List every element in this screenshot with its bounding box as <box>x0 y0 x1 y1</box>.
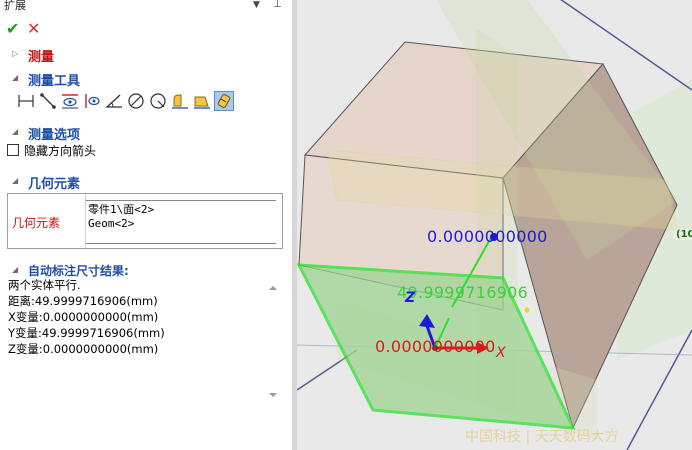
hide-arrow-checkbox[interactable] <box>7 144 19 156</box>
result-line: Z变量:0.0000000000(mm) <box>8 342 159 356</box>
edge-length-icon <box>40 93 56 109</box>
side-dimension-tag[interactable]: (10 <box>673 229 692 240</box>
collapse-arrow-icon[interactable]: ◢ <box>12 127 18 136</box>
axis-z-label: Z <box>405 290 416 306</box>
panel-title: 扩展 <box>4 0 26 12</box>
angle-icon <box>105 94 122 108</box>
extension-panel: 扩展 ▼ ⊥ ✔ ✕ ▷ 测量 ◢ 测量工具 ◢ 测量选项 隐藏方向箭头 ◢ 几… <box>0 0 292 450</box>
auto-dimension-icon <box>217 94 231 108</box>
axis-x-label: X <box>496 345 506 361</box>
result-text-area[interactable]: 两个实体平行. 距离:49.9999716906(mm) X变量:0.00000… <box>7 277 282 401</box>
eye-point-icon <box>85 94 100 108</box>
geometry-label-cell: 几何元素 <box>8 194 86 248</box>
area-tool-button[interactable] <box>170 91 190 111</box>
result-line: 两个实体平行. <box>8 278 81 292</box>
cancel-button[interactable]: ✕ <box>27 20 43 38</box>
confirm-button[interactable]: ✔ <box>6 20 22 38</box>
panel-menu-icon[interactable]: ▼ <box>253 0 260 11</box>
eye-distance-tool-button[interactable] <box>60 91 80 111</box>
list-item[interactable]: 零件1\面<2> <box>88 201 154 217</box>
circle-radius-icon <box>150 93 166 109</box>
collapse-arrow-icon[interactable]: ◢ <box>12 176 18 185</box>
collapse-arrow-icon[interactable]: ◢ <box>12 73 18 82</box>
surface-area-icon <box>194 96 210 109</box>
section-measure-tools[interactable]: 测量工具 <box>28 70 80 89</box>
eye-distance-icon <box>62 94 78 109</box>
distance-icon <box>18 95 34 107</box>
scene-canvas[interactable] <box>297 0 692 450</box>
3d-viewport[interactable]: 0.0000000000 49.9999716906 0.0000000000 … <box>297 0 692 450</box>
section-geometry[interactable]: 几何元素 <box>28 173 80 192</box>
geometry-selector: 几何元素 零件1\面<2> Geom<2> <box>7 193 283 249</box>
list-item[interactable]: Geom<2> <box>88 217 134 230</box>
circle-diameter-icon <box>128 93 144 109</box>
diameter-tool-button[interactable] <box>126 91 146 111</box>
hide-arrow-label: 隐藏方向箭头 <box>24 144 97 158</box>
angle-tool-button[interactable] <box>104 91 124 111</box>
scroll-down-icon[interactable] <box>269 393 277 397</box>
result-line: 距离:49.9999716906(mm) <box>8 294 158 308</box>
result-scrollbar[interactable] <box>266 283 280 401</box>
surface-area-tool-button[interactable] <box>192 91 212 111</box>
pin-icon[interactable]: ⊥ <box>273 0 282 10</box>
panel-header: 扩展 ▼ ⊥ <box>0 0 292 13</box>
geometry-label: 几何元素 <box>12 216 61 230</box>
distance-tool-button[interactable] <box>16 91 36 111</box>
section-measure[interactable]: 测量 <box>28 46 54 65</box>
dimension-anchor <box>524 307 530 313</box>
result-line: Y变量:49.9999716906(mm) <box>8 326 165 340</box>
edge-length-tool-button[interactable] <box>38 91 58 111</box>
dimension-z-value[interactable]: 0.0000000000 <box>427 227 548 246</box>
area-icon <box>172 94 188 109</box>
collapse-arrow-icon[interactable]: ◢ <box>12 265 18 274</box>
result-line: X变量:0.0000000000(mm) <box>8 310 159 324</box>
scroll-up-icon[interactable] <box>269 286 277 290</box>
dimension-x-value[interactable]: 0.0000000000 <box>375 337 496 356</box>
section-measure-options[interactable]: 测量选项 <box>28 124 80 143</box>
eye-point-tool-button[interactable] <box>82 91 102 111</box>
radius-tool-button[interactable] <box>148 91 168 111</box>
geometry-list[interactable]: 零件1\面<2> Geom<2> <box>86 200 276 244</box>
expand-arrow-icon[interactable]: ▷ <box>12 49 18 58</box>
auto-dimension-tool-button[interactable] <box>214 91 234 111</box>
dimension-y-value[interactable]: 49.9999716906 <box>397 283 528 302</box>
watermark: 中国科技 | 天天数码大方 <box>465 429 619 445</box>
